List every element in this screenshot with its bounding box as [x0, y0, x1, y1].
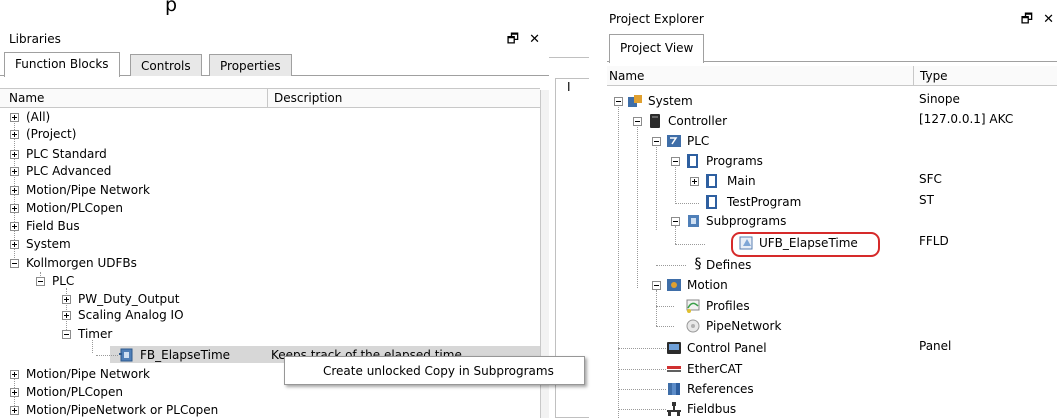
window-controls[interactable]: 🗗 ✕ [507, 30, 543, 52]
libraries-title-bar: Libraries 🗗 ✕ [0, 28, 549, 50]
plc-icon [667, 135, 681, 147]
type-controller: [127.0.0.1] AKC [919, 112, 1014, 126]
tab-properties[interactable]: Properties [209, 54, 292, 76]
explorer-title-bar: Project Explorer 🗗 ✕ [607, 8, 1057, 30]
system-icon [628, 95, 642, 107]
tree-line [656, 306, 674, 307]
tab-project-view[interactable]: Project View [609, 34, 705, 63]
collapse-icon[interactable] [671, 157, 680, 166]
context-menu: Create unlocked Copy in Subprograms [284, 356, 585, 385]
explorer-title: Project Explorer [609, 12, 704, 26]
collapse-icon[interactable] [671, 217, 680, 226]
expand-icon[interactable] [10, 406, 19, 415]
subprograms-folder-icon [688, 215, 699, 227]
tree-line [637, 124, 638, 288]
libraries-tabstrip: Function Blocks Controls Properties [0, 52, 549, 77]
control-panel-icon [667, 342, 681, 354]
collapse-icon[interactable] [633, 117, 642, 126]
text-cursor-mark: I [567, 80, 571, 94]
tree-line [675, 244, 705, 245]
libraries-column-header: Name Description [0, 88, 540, 108]
type-control-panel: Panel [919, 339, 952, 353]
tree-line [618, 369, 666, 370]
column-type[interactable]: Type [920, 69, 948, 83]
column-separator[interactable] [913, 66, 914, 85]
expand-icon[interactable] [62, 311, 71, 320]
controller-icon [650, 114, 660, 128]
expand-icon[interactable] [10, 222, 19, 231]
expand-icon[interactable] [10, 240, 19, 249]
column-name[interactable]: Name [9, 91, 44, 105]
menu-item-create-unlocked-copy[interactable]: Create unlocked Copy in Subprograms [323, 364, 554, 378]
program-icon [706, 195, 717, 209]
fieldbus-icon [667, 402, 681, 416]
expand-icon[interactable] [10, 113, 19, 122]
tree-line [618, 389, 666, 390]
tab-function-blocks[interactable]: Function Blocks [4, 52, 120, 77]
tree-line [656, 265, 686, 266]
expand-icon[interactable] [10, 150, 19, 159]
type-system: Sinope [919, 92, 960, 106]
tree-line [618, 409, 666, 410]
tree-line [656, 290, 657, 326]
tree-line [618, 104, 619, 418]
explorer-tabstrip: Project View [607, 34, 1057, 63]
explorer-column-header: Name Type [607, 66, 1057, 86]
type-ufb-elapsetime: FFLD [919, 234, 949, 248]
collapse-icon[interactable] [36, 277, 45, 286]
tab-controls[interactable]: Controls [130, 54, 202, 76]
tree-line [656, 326, 674, 327]
tree-line [675, 164, 676, 204]
expand-icon[interactable] [10, 186, 19, 195]
expand-icon[interactable] [10, 204, 19, 213]
window-controls[interactable]: 🗗 ✕ [1021, 10, 1057, 32]
tree-line [96, 355, 118, 356]
collapse-icon[interactable] [62, 330, 71, 339]
expand-icon[interactable] [10, 167, 19, 176]
truncated-caption-text: p [165, 0, 178, 16]
highlight-circle [731, 232, 880, 257]
program-icon [706, 174, 717, 188]
profiles-icon [686, 299, 700, 313]
collapse-icon[interactable] [10, 259, 19, 268]
editor-tab-area [549, 28, 589, 58]
section-icon: § [694, 256, 702, 272]
tree-line [618, 348, 666, 349]
expand-icon[interactable] [62, 295, 71, 304]
programs-folder-icon [687, 154, 698, 168]
pipenetwork-icon [686, 319, 700, 333]
type-testprogram: ST [919, 193, 934, 207]
expand-icon[interactable] [10, 130, 19, 139]
collapse-icon[interactable] [614, 97, 623, 106]
type-main: SFC [919, 172, 942, 186]
column-name[interactable]: Name [609, 69, 644, 83]
project-explorer-panel: Project Explorer 🗗 ✕ Project View Name T… [607, 0, 1057, 418]
expand-icon[interactable] [690, 177, 699, 186]
collapse-icon[interactable] [652, 281, 661, 290]
references-icon [668, 383, 680, 395]
tree-line [675, 203, 699, 204]
libraries-title: Libraries [9, 32, 61, 46]
motion-icon [667, 279, 681, 291]
column-description[interactable]: Description [274, 91, 342, 105]
column-separator[interactable] [267, 89, 268, 107]
ethercat-icon [667, 366, 681, 372]
expand-icon[interactable] [10, 370, 19, 379]
function-block-icon [119, 348, 133, 362]
collapse-icon[interactable] [652, 137, 661, 146]
expand-icon[interactable] [10, 388, 19, 397]
tree-line [656, 144, 657, 230]
tree-line [675, 226, 676, 244]
